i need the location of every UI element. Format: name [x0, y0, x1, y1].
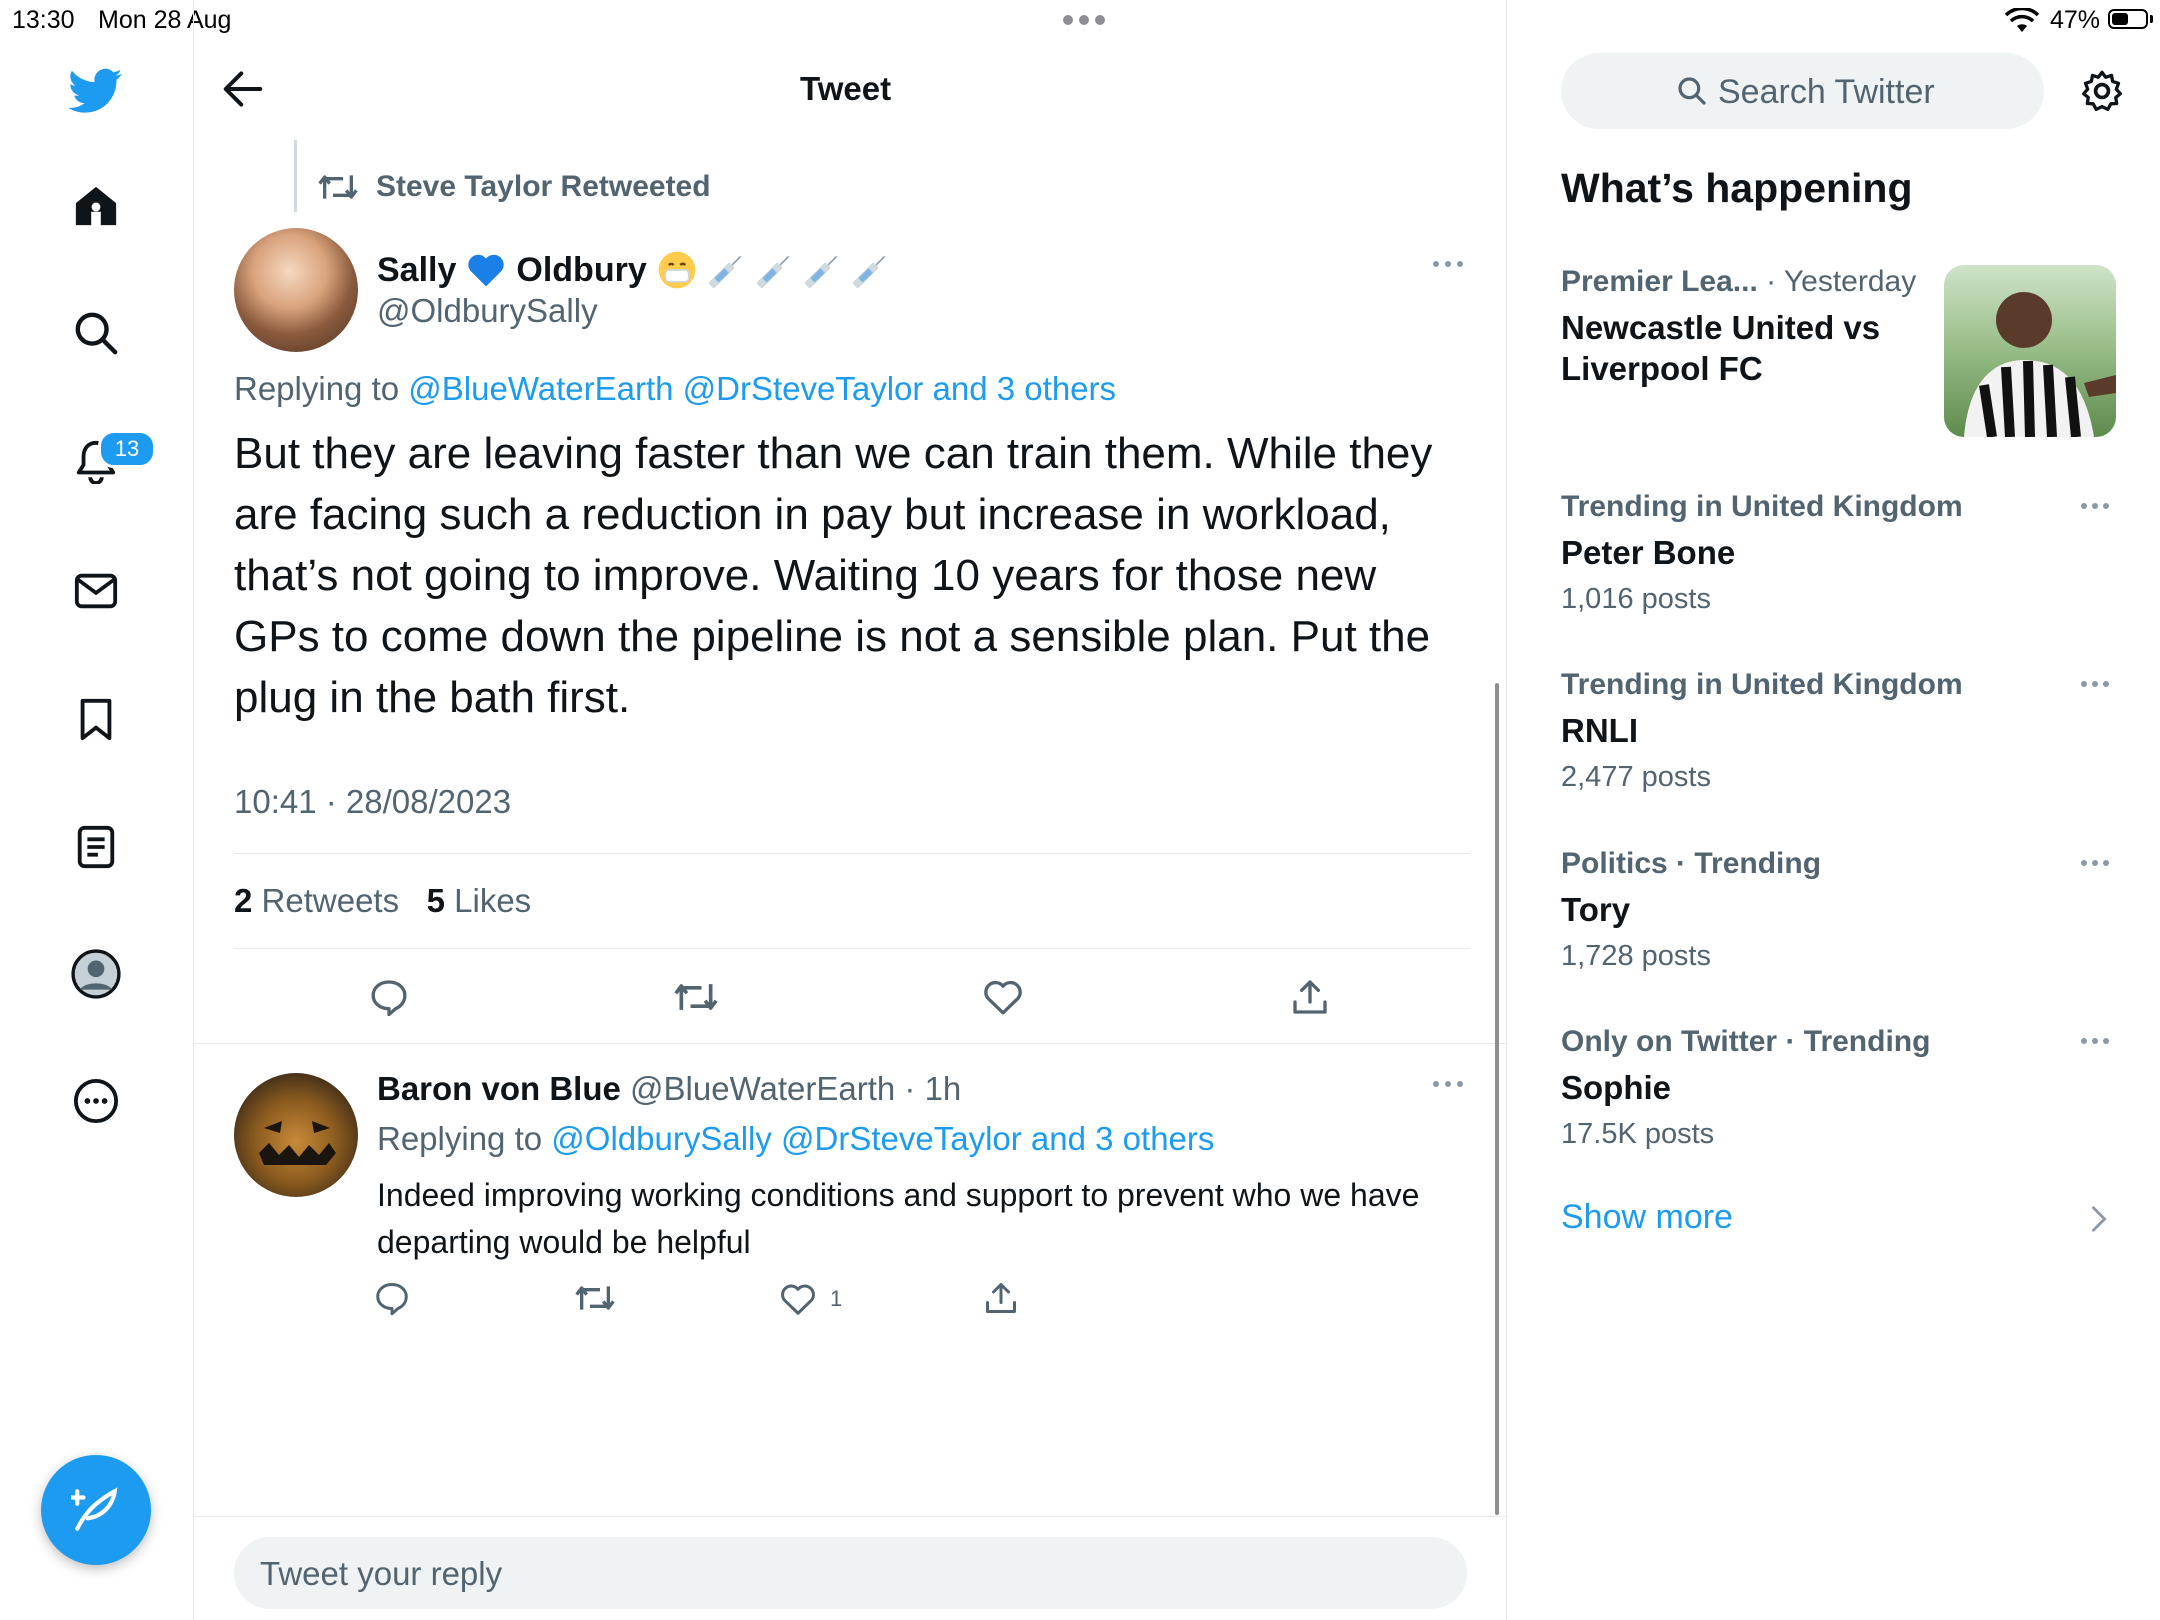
like-heart-icon[interactable]	[976, 970, 1030, 1024]
trend-item[interactable]: Only on Twitter · Trending Sophie 17.5K …	[1561, 1025, 2121, 1151]
reply-more-icon[interactable]	[1432, 1080, 1464, 1088]
reply-like-count: 1	[830, 1286, 843, 1311]
tweet-stats: 2 Retweets 5 Likes	[234, 882, 531, 920]
trend-more-icon[interactable]	[2080, 1037, 2110, 1045]
author-handle[interactable]: @OldburySally	[377, 292, 598, 330]
compose-tweet-button[interactable]	[41, 1455, 151, 1565]
retweet-button-icon[interactable]	[669, 970, 723, 1024]
chevron-right-icon[interactable]	[2090, 1205, 2108, 1233]
trend-count: 2,477 posts	[1561, 761, 1711, 793]
search-icon[interactable]	[65, 302, 127, 364]
reply-reply-icon[interactable]	[374, 1280, 410, 1316]
syringe-emojis-icon	[707, 250, 897, 290]
profile-avatar-icon[interactable]	[65, 943, 127, 1005]
notifications-badge: 13	[98, 430, 156, 468]
trend-count: 17.5K posts	[1561, 1118, 1715, 1150]
author-name[interactable]: Sally Oldbury	[377, 250, 897, 290]
trend-title: RNLI	[1561, 712, 1638, 749]
tweet-text: But they are leaving faster than we can …	[234, 429, 1433, 722]
trend-item[interactable]: Trending in United Kingdom Peter Bone 1,…	[1561, 490, 2121, 616]
more-options-icon[interactable]	[65, 1070, 127, 1132]
page-title: Tweet	[800, 70, 892, 107]
share-icon[interactable]	[1283, 970, 1337, 1024]
whats-happening-title: What’s happening	[1561, 165, 1913, 211]
face-mask-emoji-icon	[657, 250, 697, 290]
reply-author[interactable]: Baron von Blue @BlueWaterEarth · 1h	[377, 1070, 961, 1108]
show-more-link[interactable]: Show more	[1561, 1198, 1733, 1237]
trend-item[interactable]: Politics · Trending Tory 1,728 posts	[1561, 847, 2121, 973]
reply-box[interactable]	[234, 1537, 1467, 1611]
tweet-timestamp[interactable]: 10:41 · 28/08/2023	[234, 783, 511, 821]
settings-gear-icon[interactable]	[2080, 69, 2124, 113]
reply-replying-to-links[interactable]: @OldburySally @DrSteveTaylor and 3 other…	[551, 1120, 1214, 1157]
trend-count: 1,728 posts	[1561, 940, 1711, 972]
reply-text: Indeed improving working conditions and …	[377, 1177, 1420, 1260]
back-arrow-icon[interactable]	[222, 70, 264, 108]
search-bar-icon	[1676, 75, 1708, 107]
replying-to: Replying to @BlueWaterEarth @DrSteveTayl…	[234, 370, 1117, 407]
retweeted-by-label: Steve Taylor Retweeted	[376, 170, 711, 203]
reply-icon[interactable]	[362, 970, 416, 1024]
compose-feather-icon	[71, 1487, 118, 1531]
scrollbar[interactable]	[1495, 683, 1499, 1515]
messages-envelope-icon[interactable]	[65, 560, 127, 622]
trend-title: Peter Bone	[1561, 534, 1736, 571]
reply-retweet-icon[interactable]	[575, 1282, 615, 1314]
author-name-last: Oldbury	[516, 250, 647, 289]
reply-replying-to: Replying to @OldburySally @DrSteveTaylor…	[377, 1120, 1215, 1157]
reply-author-name: Baron von Blue	[377, 1070, 621, 1107]
trend-more-icon[interactable]	[2080, 859, 2110, 867]
battery-percent: 47%	[2050, 6, 2101, 34]
lists-icon[interactable]	[65, 816, 127, 878]
likes-stat[interactable]: 5 Likes	[427, 882, 532, 919]
left-nav: 13	[0, 0, 194, 1620]
home-icon[interactable]	[65, 175, 127, 237]
author-name-first: Sally	[377, 250, 457, 289]
battery-icon	[2108, 9, 2148, 29]
replying-to-links[interactable]: @BlueWaterEarth @DrSteveTaylor and 3 oth…	[408, 370, 1116, 407]
reply-share-icon[interactable]	[983, 1280, 1019, 1316]
reply-author-avatar[interactable]	[234, 1073, 358, 1197]
trend-thumbnail-image[interactable]	[1944, 265, 2116, 437]
trend-count: 1,016 posts	[1561, 583, 1711, 615]
trend-title: Newcastle United vs Liverpool FC	[1561, 309, 1881, 387]
tweet-more-icon[interactable]	[1432, 260, 1464, 268]
reply-author-handle-time: @BlueWaterEarth · 1h	[630, 1070, 962, 1107]
trend-title: Sophie	[1561, 1069, 1672, 1106]
search-input[interactable]	[1716, 53, 2030, 131]
trend-title: Tory	[1561, 891, 1631, 928]
twitter-bird-icon[interactable]	[65, 60, 127, 122]
wifi-icon	[2005, 8, 2039, 34]
bookmarks-icon[interactable]	[65, 688, 127, 750]
reply-like-button[interactable]: 1	[780, 1282, 842, 1316]
retweets-stat[interactable]: 2 Retweets	[234, 882, 399, 919]
trend-more-icon[interactable]	[2080, 502, 2110, 510]
reply-like-heart-icon	[781, 1284, 815, 1315]
reply-input[interactable]	[258, 1537, 1442, 1611]
author-avatar[interactable]	[234, 228, 358, 352]
trend-more-icon[interactable]	[2080, 680, 2110, 688]
retweet-icon	[318, 172, 358, 202]
search-bar[interactable]	[1561, 53, 2044, 131]
blue-heart-emoji-icon	[466, 252, 506, 288]
trend-item[interactable]: Trending in United Kingdom RNLI 2,477 po…	[1561, 668, 2121, 794]
